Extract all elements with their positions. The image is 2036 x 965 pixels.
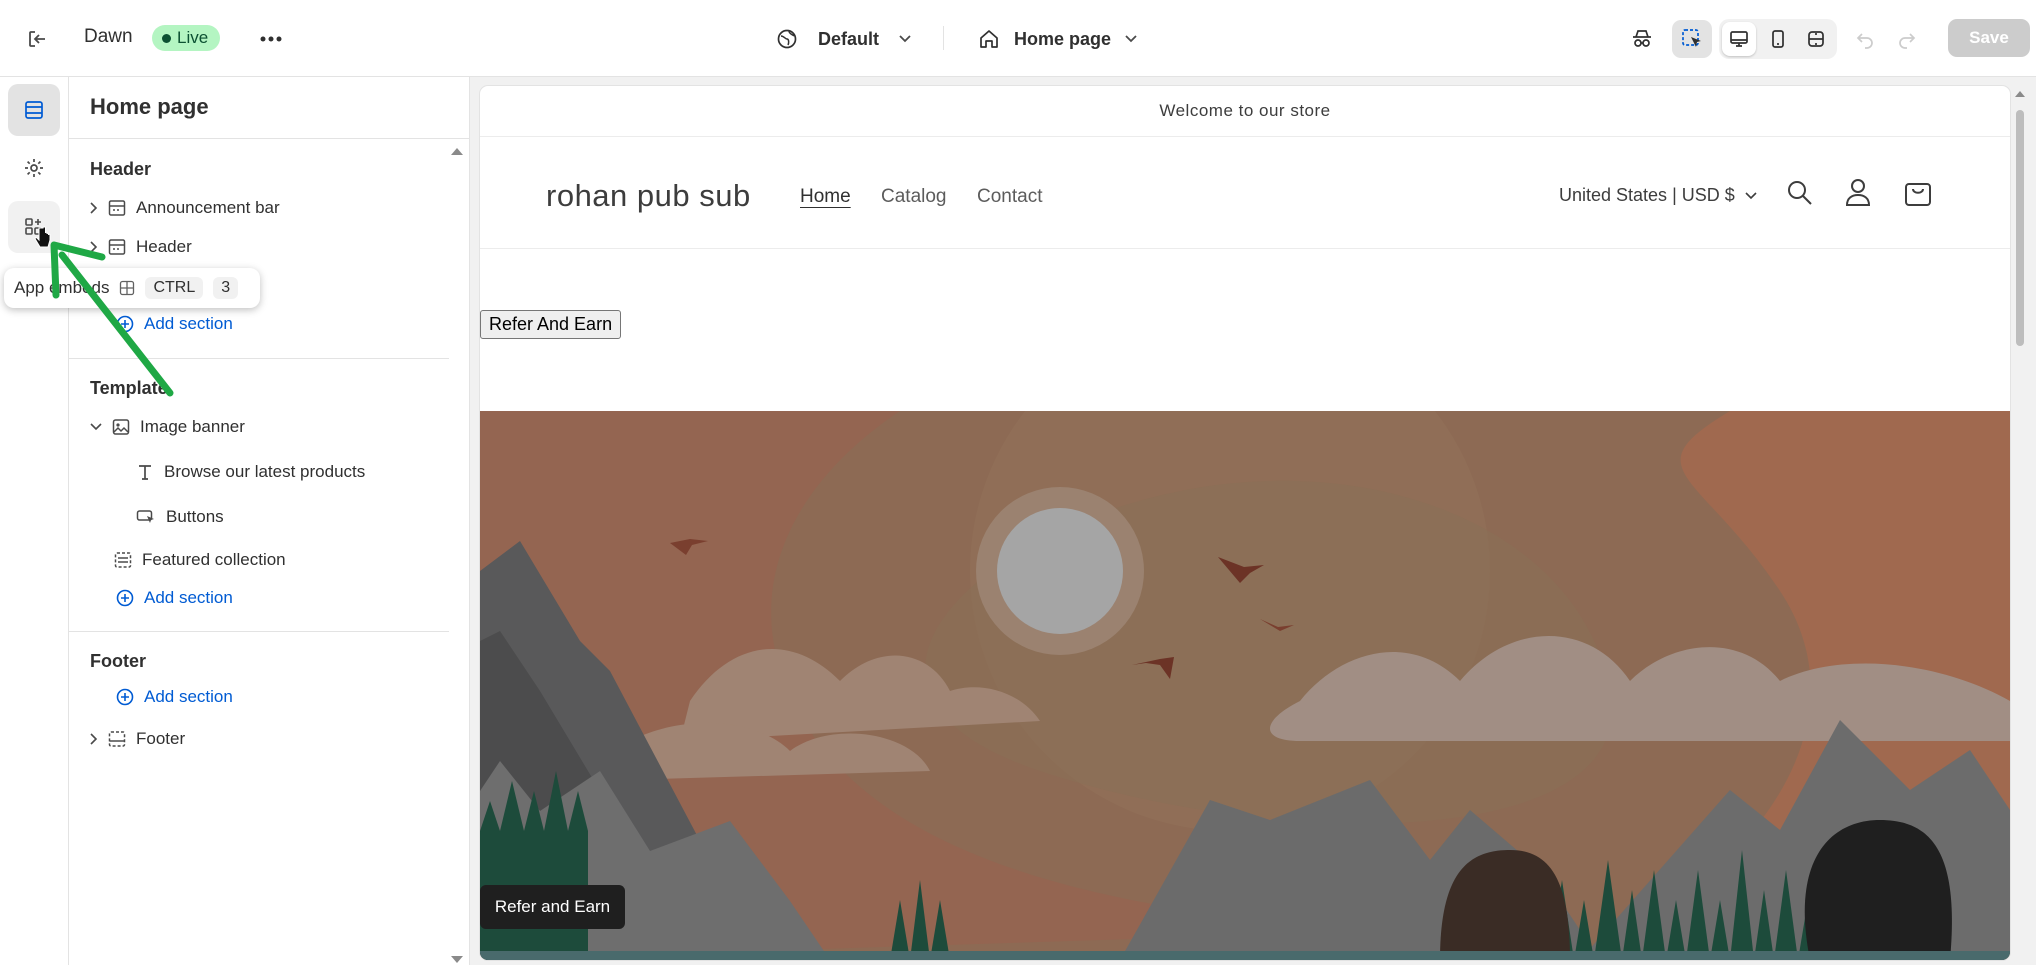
caret-down-icon	[451, 956, 463, 963]
chevron-right-icon[interactable]	[90, 202, 98, 214]
section-label: Image banner	[140, 417, 245, 436]
scroll-up-arrow[interactable]	[2014, 90, 2026, 98]
inspector-button[interactable]	[1672, 20, 1712, 58]
panel-scroll-down[interactable]	[450, 955, 464, 965]
currency-label: United States | USD $	[1559, 185, 1735, 205]
add-section-template[interactable]: Add section	[116, 588, 233, 608]
refer-and-earn-floating-button[interactable]: Refer and Earn	[480, 885, 625, 929]
globe-icon	[777, 29, 797, 49]
chevron-down-icon	[1125, 35, 1137, 43]
preview-scroll-thumb[interactable]	[2016, 110, 2024, 346]
announcement-bar: Welcome to our store	[480, 86, 2010, 137]
fullwidth-view-button[interactable]	[1799, 22, 1833, 56]
section-label: Footer	[136, 729, 186, 748]
section-row-footer[interactable]: Footer	[90, 727, 430, 751]
cart-button[interactable]	[1904, 177, 1932, 207]
expand-vertical-icon	[1808, 31, 1824, 47]
nav-contact[interactable]: Contact	[977, 186, 1042, 208]
header-group-label: Header	[90, 159, 152, 179]
redo-icon	[1899, 33, 1916, 49]
theme-settings-button[interactable]	[8, 142, 60, 194]
chevron-right-icon[interactable]	[90, 733, 98, 745]
text-icon	[139, 465, 151, 480]
store-header: rohan pub sub Home Catalog Contact Unite…	[480, 136, 2010, 249]
caret-up-icon	[2015, 91, 2025, 97]
section-row-announcement-bar[interactable]: Announcement bar	[90, 196, 430, 220]
caret-up-icon	[451, 148, 463, 155]
banner-illustration	[480, 411, 2010, 960]
market-selector[interactable]: Default	[776, 22, 916, 56]
select-cursor-icon	[1682, 29, 1701, 47]
gear-icon	[25, 159, 43, 177]
announcement-text: Welcome to our store	[1159, 101, 1331, 120]
exit-button[interactable]	[20, 22, 54, 56]
block-label: Buttons	[166, 507, 224, 526]
chevron-down-icon	[1745, 191, 1757, 199]
page-selector-label: Home page	[1014, 28, 1112, 49]
user-icon	[1845, 179, 1871, 206]
footer-group-label: Footer	[90, 651, 146, 671]
section-label: Announcement bar	[136, 198, 280, 217]
undo-icon	[1856, 33, 1873, 49]
theme-name: Dawn	[84, 26, 133, 47]
live-badge: Live	[152, 25, 221, 51]
nav-catalog[interactable]: Catalog	[881, 186, 947, 208]
more-actions-button[interactable]	[254, 22, 288, 56]
search-icon	[1788, 181, 1812, 205]
desktop-view-button[interactable]	[1722, 22, 1756, 56]
exit-icon	[29, 31, 45, 47]
market-selector-label: Default	[818, 28, 880, 49]
preview-as-customer-button[interactable]	[1625, 22, 1659, 56]
undo-button[interactable]	[1850, 22, 1880, 56]
collection-icon	[114, 552, 132, 568]
redo-button[interactable]	[1892, 22, 1922, 56]
image-icon	[112, 419, 130, 435]
ellipsis-icon	[260, 36, 282, 42]
group-divider	[69, 631, 449, 632]
panel-scroll-up[interactable]	[450, 146, 464, 156]
storefront-preview: Welcome to our store rohan pub sub Home …	[480, 86, 2010, 960]
incognito-icon	[1633, 30, 1651, 47]
bag-icon	[1905, 183, 1931, 206]
live-badge-label: Live	[177, 28, 209, 47]
home-icon	[980, 30, 998, 48]
currency-selector[interactable]: United States | USD $	[1559, 185, 1757, 206]
plus-circle-icon	[116, 688, 134, 706]
add-section-label: Add section	[144, 588, 233, 607]
section-layout-icon	[108, 731, 126, 747]
section-label: Featured collection	[142, 550, 286, 569]
block-row-buttons[interactable]: Buttons	[136, 505, 436, 529]
add-section-label: Add section	[144, 687, 233, 706]
device-toggle-group	[1719, 19, 1837, 59]
add-section-footer[interactable]: Add section	[116, 687, 233, 707]
mobile-view-button[interactable]	[1761, 22, 1795, 56]
save-button[interactable]: Save	[1948, 19, 2030, 57]
sections-icon	[25, 101, 43, 119]
image-banner	[480, 411, 2010, 960]
page-selector[interactable]: Home page	[978, 22, 1148, 56]
mobile-icon	[1772, 30, 1784, 48]
page-title: Home page	[90, 94, 209, 119]
section-row-image-banner[interactable]: Image banner	[90, 415, 430, 439]
account-button[interactable]	[1844, 177, 1872, 207]
refer-and-earn-button[interactable]: Refer And Earn	[480, 310, 622, 339]
button-icon	[136, 510, 154, 523]
block-row-text[interactable]: Browse our latest products	[136, 460, 436, 484]
block-label: Browse our latest products	[164, 462, 366, 481]
store-search-button[interactable]	[1786, 179, 1814, 207]
live-dot	[162, 33, 171, 43]
chevron-down-icon[interactable]	[90, 423, 102, 431]
kbd-key: 3	[213, 277, 239, 299]
plus-circle-icon	[116, 589, 134, 607]
chevron-down-icon	[899, 35, 911, 43]
annotation-arrow	[40, 235, 180, 405]
nav-home[interactable]: Home	[800, 186, 851, 208]
toolbar-divider	[943, 26, 944, 50]
panel-title-divider	[69, 138, 469, 139]
section-layout-icon	[108, 200, 126, 216]
desktop-icon	[1730, 31, 1748, 47]
store-logo[interactable]: rohan pub sub	[546, 178, 751, 214]
section-row-featured-collection[interactable]: Featured collection	[114, 548, 434, 572]
sections-nav-button[interactable]	[8, 84, 60, 136]
